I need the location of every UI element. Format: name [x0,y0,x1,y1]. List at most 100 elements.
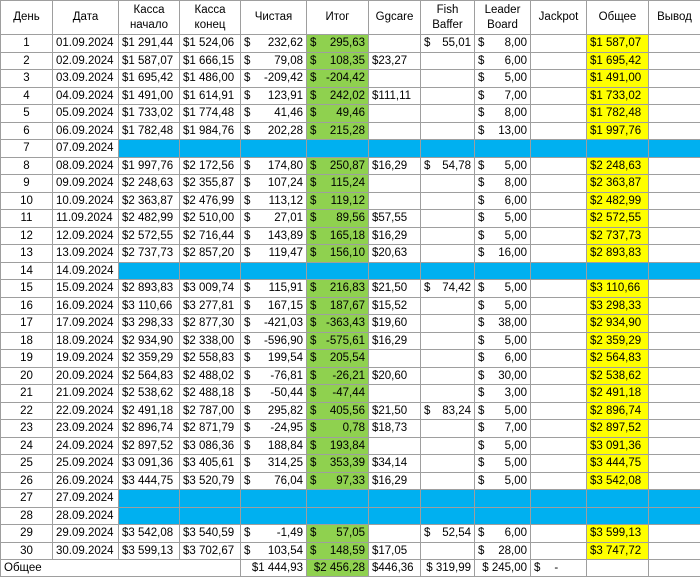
cell-leader-board[interactable]: $38,00 [475,315,531,333]
cell-date[interactable]: 14.09.2024 [53,262,119,280]
cell-day[interactable]: 21 [1,385,53,403]
cell-total[interactable]: $97,33 [307,472,369,490]
cell-fish[interactable] [421,87,475,105]
cell-cash-end[interactable]: $2 857,20 [180,245,241,263]
cell-leader-board[interactable]: $5,00 [475,280,531,298]
cell-payout[interactable] [649,437,700,455]
cell-empty[interactable] [531,490,587,508]
cell-fish[interactable] [421,122,475,140]
cell-total[interactable]: $405,56 [307,402,369,420]
cell-date[interactable]: 23.09.2024 [53,420,119,438]
cell-day[interactable]: 25 [1,455,53,473]
cell-payout[interactable] [649,297,700,315]
cell-payout[interactable] [649,402,700,420]
cell-overall[interactable]: $1 695,42 [587,52,649,70]
cell-cash-start[interactable]: $2 482,99 [119,210,180,228]
cell-empty[interactable] [119,490,180,508]
cell-cash-end[interactable]: $2 338,00 [180,332,241,350]
cell-leader-board[interactable]: $7,00 [475,420,531,438]
cell-cash-end[interactable]: $2 716,44 [180,227,241,245]
cell-net[interactable]: $123,91 [241,87,307,105]
cell-date[interactable]: 10.09.2024 [53,192,119,210]
cell-leader-board[interactable]: $5,00 [475,70,531,88]
cell-empty[interactable] [180,262,241,280]
cell-leader-board[interactable]: $5,00 [475,455,531,473]
cell-overall[interactable]: $2 359,29 [587,332,649,350]
cell-total[interactable]: $242,02 [307,87,369,105]
cell-leader-board[interactable]: $5,00 [475,297,531,315]
cell-total[interactable]: $156,10 [307,245,369,263]
cell-fish[interactable] [421,350,475,368]
cell-payout[interactable] [649,472,700,490]
cell-empty[interactable] [180,507,241,525]
cell-ggcare[interactable] [369,70,421,88]
cell-payout[interactable] [649,175,700,193]
cell-jackpot[interactable] [531,332,587,350]
cell-ggcare[interactable]: $16,29 [369,472,421,490]
cell-cash-start[interactable]: $3 110,66 [119,297,180,315]
cell-cash-start[interactable]: $1 491,00 [119,87,180,105]
header-cash-end[interactable]: Касса конец [180,1,241,35]
cell-overall[interactable]: $1 782,48 [587,105,649,123]
cell-net[interactable]: $113,12 [241,192,307,210]
cell-ggcare[interactable]: $16,29 [369,332,421,350]
cell-cash-start[interactable]: $3 298,33 [119,315,180,333]
cell-total[interactable]: $89,56 [307,210,369,228]
cell-empty[interactable] [369,507,421,525]
cell-ggcare[interactable] [369,350,421,368]
cell-net[interactable]: $-421,03 [241,315,307,333]
cell-fish[interactable] [421,332,475,350]
cell-fish[interactable] [421,192,475,210]
cell-net[interactable]: $232,62 [241,35,307,53]
cell-payout[interactable] [649,87,700,105]
cell-fish[interactable] [421,210,475,228]
cell-day[interactable]: 18 [1,332,53,350]
cell-leader-board[interactable]: $6,00 [475,52,531,70]
header-net[interactable]: Чистая [241,1,307,35]
cell-empty[interactable] [119,507,180,525]
cell-leader-board[interactable]: $5,00 [475,437,531,455]
cell-total[interactable]: $0,78 [307,420,369,438]
cell-cash-end[interactable]: $2 877,30 [180,315,241,333]
cell-cash-end[interactable]: $1 666,15 [180,52,241,70]
cell-empty[interactable] [369,490,421,508]
cell-date[interactable]: 25.09.2024 [53,455,119,473]
cell-day[interactable]: 14 [1,262,53,280]
totals-payout[interactable] [649,560,700,577]
cell-cash-start[interactable]: $3 599,13 [119,542,180,560]
cell-overall[interactable]: $3 298,33 [587,297,649,315]
cell-cash-start[interactable]: $2 897,52 [119,437,180,455]
cell-day[interactable]: 20 [1,367,53,385]
cell-jackpot[interactable] [531,87,587,105]
cell-payout[interactable] [649,525,700,543]
cell-day[interactable]: 23 [1,420,53,438]
cell-overall[interactable]: $3 110,66 [587,280,649,298]
cell-total[interactable]: $295,63 [307,35,369,53]
cell-leader-board[interactable]: $3,00 [475,385,531,403]
cell-fish[interactable]: $83,24 [421,402,475,420]
cell-cash-end[interactable]: $1 524,06 [180,35,241,53]
cell-cash-start[interactable]: $1 733,02 [119,105,180,123]
cell-date[interactable]: 28.09.2024 [53,507,119,525]
cell-day[interactable]: 9 [1,175,53,193]
cell-date[interactable]: 18.09.2024 [53,332,119,350]
cell-empty[interactable] [241,490,307,508]
cell-jackpot[interactable] [531,157,587,175]
cell-leader-board[interactable]: $5,00 [475,227,531,245]
cell-payout[interactable] [649,280,700,298]
cell-date[interactable]: 17.09.2024 [53,315,119,333]
cell-total[interactable]: $148,59 [307,542,369,560]
cell-jackpot[interactable] [531,52,587,70]
totals-jackpot[interactable]: $- [531,560,587,577]
cell-cash-start[interactable]: $2 491,18 [119,402,180,420]
cell-leader-board[interactable]: $6,00 [475,525,531,543]
header-ggcare[interactable]: Ggcare [369,1,421,35]
cell-jackpot[interactable] [531,455,587,473]
cell-cash-start[interactable]: $1 997,76 [119,157,180,175]
cell-day[interactable]: 3 [1,70,53,88]
cell-fish[interactable] [421,227,475,245]
cell-overall[interactable]: $1 733,02 [587,87,649,105]
cell-day[interactable]: 22 [1,402,53,420]
cell-cash-end[interactable]: $2 172,56 [180,157,241,175]
cell-day[interactable]: 16 [1,297,53,315]
